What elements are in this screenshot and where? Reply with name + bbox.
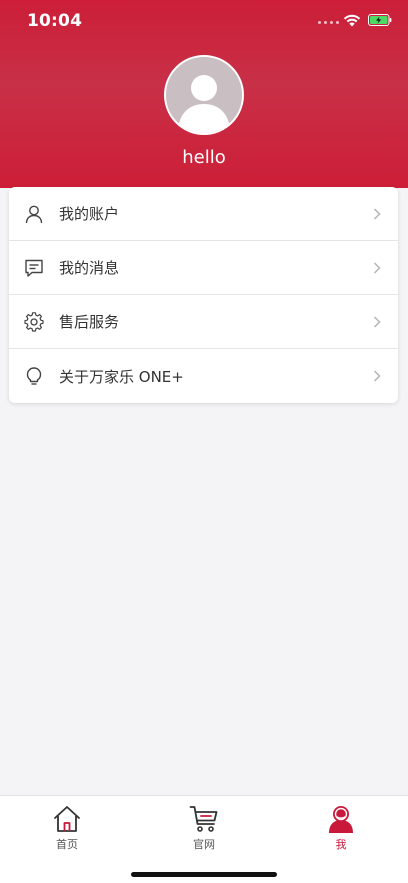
chevron-right-icon (373, 207, 381, 220)
tab-bar: 首页 官网 我 (0, 795, 408, 883)
profile-header: 10:04 hello (0, 0, 408, 188)
lightbulb-icon (26, 367, 42, 385)
cart-icon (189, 806, 218, 832)
status-time: 10:04 (27, 11, 83, 31)
menu-item-messages[interactable]: 我的消息 (9, 241, 398, 295)
signal-icon (318, 21, 339, 24)
wifi-icon (343, 14, 361, 27)
username: hello (182, 147, 226, 168)
chevron-right-icon (373, 261, 381, 274)
menu-item-label: 我的账户 (59, 205, 120, 223)
menu-item-label: 售后服务 (59, 313, 120, 331)
menu-item-about[interactable]: 关于万家乐 ONE+ (9, 349, 398, 403)
home-indicator[interactable] (131, 872, 277, 877)
chevron-right-icon (373, 370, 381, 382)
tab-label: 首页 (56, 838, 78, 851)
menu-card: 我的账户 我的消息 售后服务 关于万家乐 ONE+ (9, 187, 398, 403)
home-icon (54, 806, 80, 832)
gear-icon (24, 311, 44, 332)
tab-me[interactable]: 我 (311, 804, 371, 852)
menu-item-label: 我的消息 (59, 259, 120, 277)
profile-icon (329, 806, 353, 833)
tab-official-site[interactable]: 官网 (174, 804, 234, 852)
tab-home[interactable]: 首页 (37, 804, 97, 852)
tab-label: 官网 (193, 838, 215, 851)
menu-item-label: 关于万家乐 ONE+ (59, 367, 184, 386)
screen: 10:04 hello 我的账户 我的消息 售后服务 关于万家乐 ONE+ 首页… (0, 0, 408, 883)
avatar-placeholder-icon (178, 75, 230, 133)
battery-icon (368, 14, 392, 26)
status-bar: 10:04 (0, 0, 408, 44)
chevron-right-icon (373, 315, 381, 328)
menu-item-account[interactable]: 我的账户 (9, 187, 398, 241)
menu-item-after-sales[interactable]: 售后服务 (9, 295, 398, 349)
user-icon (25, 205, 43, 223)
tab-label: 我 (335, 838, 347, 851)
avatar[interactable] (164, 55, 244, 135)
message-icon (25, 259, 43, 277)
